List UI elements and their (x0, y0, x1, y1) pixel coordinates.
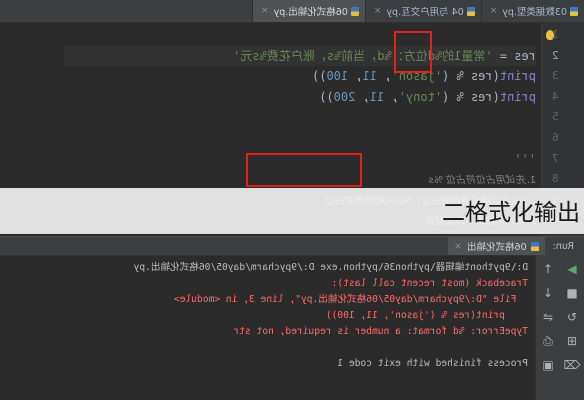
code-token: res = (492, 48, 536, 63)
line-number: 1 (552, 28, 559, 41)
console-error-line: File "D:/9pycharm/day05/06格式化输出.py", lin… (173, 294, 528, 305)
tab-06-format-output[interactable]: 06格式化输出.py × (252, 0, 365, 22)
code-token: 11 (362, 69, 378, 84)
scroll-up-icon[interactable]: ↑ (540, 261, 556, 277)
code-token: 1.先试用占位符占位 %s (428, 175, 536, 187)
python-file-icon (350, 6, 359, 16)
code-line[interactable] (64, 25, 536, 45)
code-token: , (377, 69, 392, 84)
console-line: Process finished with exit code 1 (337, 358, 528, 369)
editor-tab-bar: 03数据类型.py × 04 与用户交互.py × 06格式化输出.py × (0, 0, 584, 23)
tab-04-user-interaction[interactable]: 04 与用户交互.py × (364, 0, 481, 22)
line-number: 7 (552, 151, 559, 165)
line-number: 6 (552, 131, 559, 144)
print-icon[interactable]: ⎙ (540, 333, 556, 349)
pin-icon[interactable]: ⊞ (564, 333, 580, 349)
run-toolbar-primary: ▶ ■ ↻ ⊞ ⌫ (559, 255, 584, 400)
tab-label: 04 与用户交互.py (386, 7, 464, 18)
code-token: 200 (333, 89, 356, 104)
code-token: )) (319, 89, 334, 104)
console-error-line: Traceback (most recent call last): (331, 278, 528, 289)
run-label: Run: (552, 240, 574, 252)
rerun-icon[interactable]: ↻ (564, 309, 580, 325)
code-token: )) (312, 69, 327, 84)
code-token: print (499, 69, 536, 84)
run-tool-window: Run: 06格式化输出 × ▶ ■ ↻ ⊞ ⌫ ↑ ↓ ⇌ ⎙ ▣ D:\9p… (0, 236, 584, 400)
highlight-box-format-specifier (394, 31, 432, 73)
python-file-icon (466, 6, 475, 16)
code-token: 'tony' (398, 89, 443, 104)
trash-icon[interactable]: ⌫ (564, 357, 581, 373)
close-icon[interactable]: × (490, 6, 498, 16)
python-file-icon (530, 241, 539, 251)
code-token: 100 (326, 69, 349, 84)
code-token: , (355, 89, 370, 104)
trash-icon[interactable]: ▣ (540, 357, 556, 373)
code-line[interactable] (64, 107, 536, 127)
console-error-line: print(res % ('jason', 11, 100)) (325, 310, 528, 321)
console-error-line: TypeError: %d format: a number is requir… (233, 326, 528, 337)
line-number: 4 (552, 89, 559, 103)
run-config-label: 06格式化输出 (466, 242, 527, 253)
line-number: 5 (552, 110, 559, 124)
code-token: (res % ( (442, 69, 500, 84)
scroll-down-icon[interactable]: ↓ (540, 285, 556, 301)
code-token: '常量1的%d位方：%d，当前%s，账户花费%s元' (233, 48, 493, 63)
python-file-icon (570, 6, 578, 16)
code-line[interactable]: print(res % ('jason', 11, 100)) (64, 66, 536, 86)
code-token: ''' (514, 151, 536, 166)
highlight-box-comment (246, 153, 362, 187)
tab-03-data-types[interactable]: 03数据类型.py × (480, 0, 584, 22)
line-number: 8 (552, 172, 559, 186)
run-config-tab[interactable]: 06格式化输出 × (448, 237, 545, 255)
close-icon[interactable]: × (261, 6, 269, 16)
code-token: , (384, 89, 399, 104)
close-icon[interactable]: × (374, 6, 382, 16)
code-token: (res % ( (442, 89, 500, 104)
run-toolbar-secondary: ↑ ↓ ⇌ ⎙ ▣ (535, 255, 560, 400)
run-window-header: Run: 06格式化输出 × (0, 236, 584, 256)
tab-label: 03数据类型.py (502, 7, 567, 18)
console-output[interactable]: D:\9pythont编辑器\python36\python.exe D:/9p… (0, 255, 528, 400)
caption-text: 二格式化输出 (442, 200, 580, 226)
tab-label: 06格式化输出.py (273, 7, 348, 18)
code-token: , (348, 69, 363, 84)
code-line[interactable]: res = '常量1的%d位方：%d，当前%s，账户花费%s元' (64, 45, 536, 66)
run-icon[interactable]: ▶ (564, 261, 580, 277)
stop-icon[interactable]: ■ (564, 285, 580, 301)
close-icon[interactable]: × (454, 241, 462, 252)
code-token: print (499, 89, 536, 104)
line-number: 2 (552, 48, 559, 62)
soft-wrap-icon[interactable]: ⇌ (540, 309, 556, 325)
code-line[interactable] (64, 128, 536, 148)
caption-overlay: 二格式化输出 (0, 188, 584, 234)
code-line[interactable]: print(res % ('tony', 11, 200)) (64, 87, 536, 107)
console-line: D:\9pythont编辑器\python36\python.exe D:/9p… (133, 262, 528, 273)
code-token: 11 (369, 89, 385, 104)
line-number: 3 (552, 69, 559, 83)
